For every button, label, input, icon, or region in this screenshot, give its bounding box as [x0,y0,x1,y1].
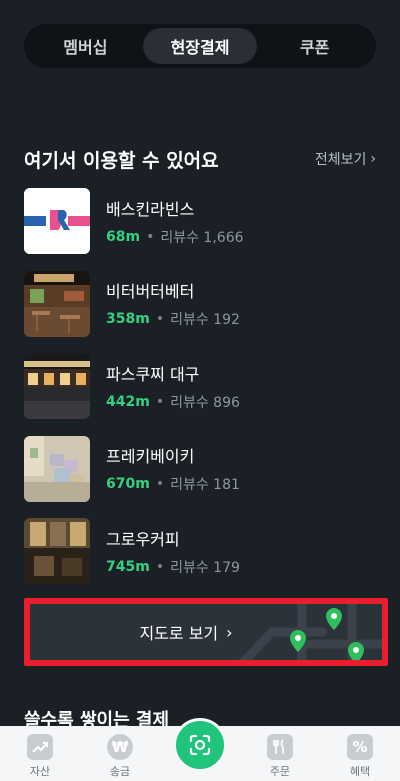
storefront-night-photo-thumbnail [24,353,90,419]
list-item[interactable]: 비터버터베터 358m • 리뷰수 192 [24,270,376,337]
store-review-count: 리뷰수 1,666 [160,229,244,246]
bakery-interior-photo-thumbnail [24,435,90,502]
tab-onsite-payment[interactable]: 현장결제 [142,28,258,64]
store-name: 비터버터베터 [106,282,195,301]
nav-label: 자산 [29,765,51,778]
view-on-map-button[interactable]: 지도로 보기 › [24,598,388,666]
list-item[interactable]: 그로우커피 745m • 리뷰수 179 [24,518,376,584]
store-distance: 358m [106,311,150,327]
cafe-terrace-photo-thumbnail [24,270,90,337]
tab-membership[interactable]: 멤버십 [28,28,143,64]
store-name: 파스쿠찌 대구 [106,364,200,384]
separator-dot: • [155,558,165,575]
chevron-right-icon: › [226,622,233,642]
scan-button[interactable] [173,718,227,772]
tab-coupon[interactable]: 쿠폰 [257,28,372,64]
store-review-count: 리뷰수 896 [170,394,240,411]
list-item[interactable]: 프레키베이키 670m • 리뷰수 181 [24,435,376,502]
baskin-robbins-logo-thumbnail [24,188,90,254]
store-name: 그로우커피 [106,529,180,549]
nav-item-assets[interactable]: 자산 [10,734,70,779]
store-name: 프레키베이키 [106,447,195,466]
nav-label: 주문 [269,765,291,778]
see-all-label: 전체보기 [314,152,367,168]
separator-dot: • [155,393,165,410]
nav-label: 송금 [109,765,131,778]
map-illustration-icon [239,604,382,660]
store-distance: 745m [106,558,150,575]
see-all-link[interactable]: 전체보기 › [315,149,376,169]
view-on-map-label: 지도로 보기 [139,624,219,643]
won-icon: ₩ [107,734,133,760]
percent-icon: % [347,734,373,760]
coffee-shop-photo-thumbnail [24,518,90,584]
nav-item-benefits[interactable]: % 혜택 [330,734,390,779]
separator-dot: • [155,476,165,492]
store-review-count: 리뷰수 179 [170,559,240,576]
stores-section-header: 여기서 이용할 수 있어요 전체보기 › [24,144,376,174]
list-item[interactable]: 파스쿠찌 대구 442m • 리뷰수 896 [24,353,376,419]
separator-dot: • [155,311,165,327]
nav-label: 혜택 [349,765,371,778]
chevron-right-icon: › [370,151,376,167]
store-distance: 442m [106,393,150,410]
nav-item-order[interactable]: 주문 [250,734,310,779]
store-distance: 68m [106,228,141,245]
store-name: 배스킨라빈스 [106,199,195,219]
store-review-count: 리뷰수 192 [170,312,240,328]
store-list: 배스킨라빈스 68m • 리뷰수 1,666 비터버터베터 358m • 리뷰수… [24,188,376,601]
store-review-count: 리뷰수 181 [170,477,240,493]
scan-icon [189,734,211,756]
chart-up-icon [27,734,53,760]
list-item[interactable]: 배스킨라빈스 68m • 리뷰수 1,666 [24,188,376,254]
store-distance: 670m [106,476,150,492]
separator-dot: • [146,228,155,245]
section-title: 여기서 이용할 수 있어요 [24,149,219,172]
nav-item-transfer[interactable]: ₩ 송금 [90,734,150,779]
payment-mode-tabs: 멤버십 현장결제 쿠폰 [24,24,376,68]
fork-knife-icon [267,734,293,760]
